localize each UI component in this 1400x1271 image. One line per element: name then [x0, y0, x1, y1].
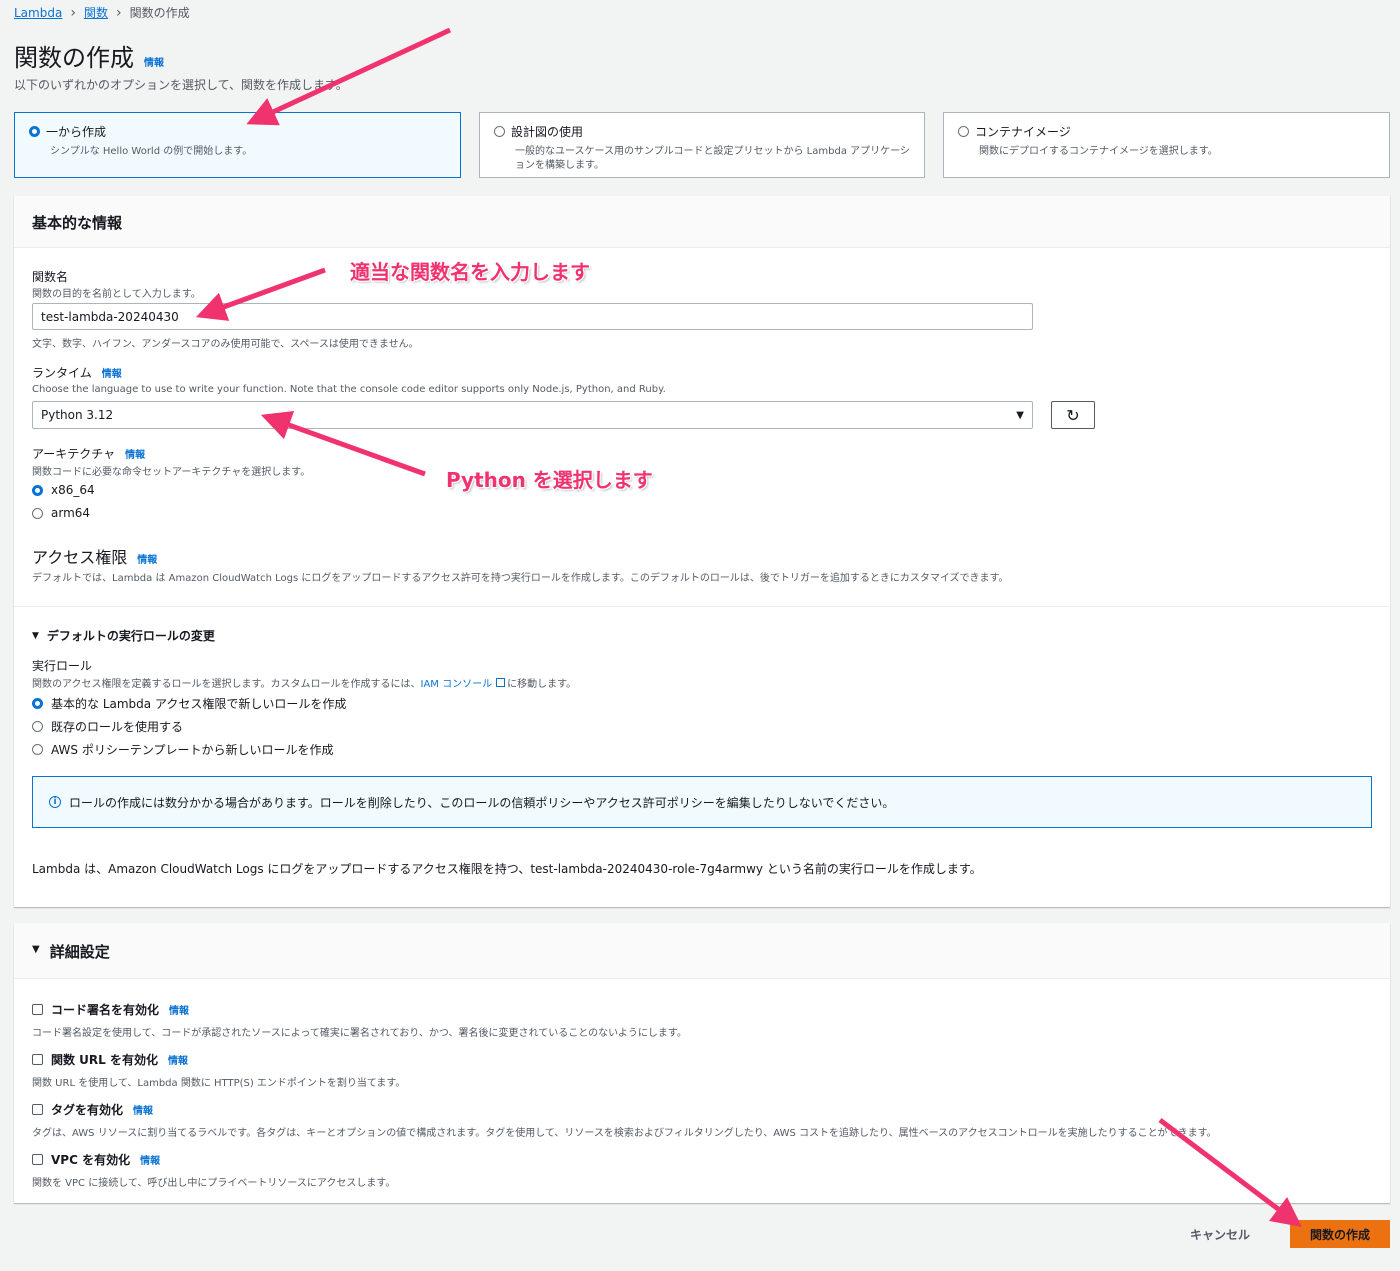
annotation-arrows: [195, 27, 1302, 1228]
annotation-arrow: [246, 27, 452, 126]
annotation-arrow: [1158, 1118, 1302, 1228]
annotation-name-hint: 適当な関数名を入力します: [350, 260, 590, 284]
annotation-arrow: [260, 410, 426, 477]
annotation-arrow: [195, 267, 326, 321]
annotation-runtime-hint: Python を選択します: [446, 468, 653, 492]
